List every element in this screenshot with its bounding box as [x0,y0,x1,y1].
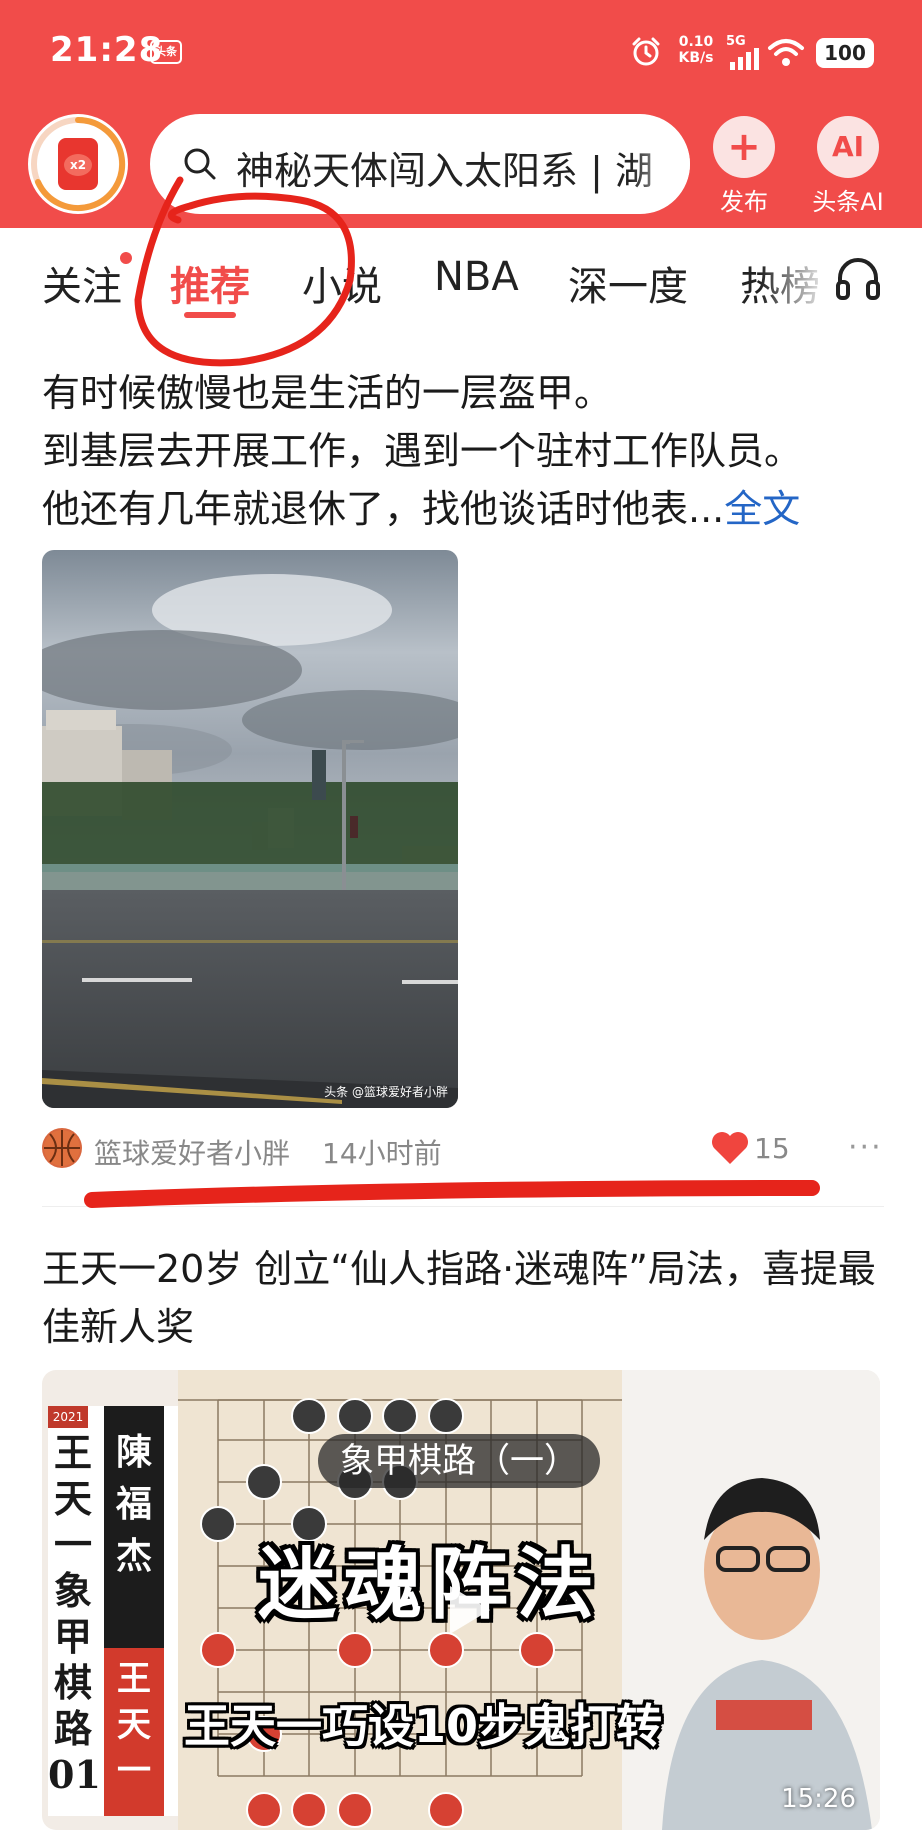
video-board-caption: 象甲棋路（一） [318,1434,600,1488]
author-name[interactable]: 篮球爱好者小胖 [94,1132,290,1172]
active-tab-indicator [184,312,236,318]
like-count: 15 [754,1132,790,1165]
post-meta: 篮球爱好者小胖 14小时前 15 ··· [42,1128,892,1170]
battery-indicator: 100 [816,38,874,68]
author-avatar[interactable] [42,1128,82,1168]
unread-dot [120,252,132,264]
red-envelope-icon: x2 [58,138,98,190]
video-sub-caption: 王天一巧设10步鬼打转 [184,1699,663,1753]
tab-nba[interactable]: NBA [434,254,519,300]
ai-icon: AI [817,116,879,178]
video-duration: 15:26 [781,1784,856,1814]
search-icon [184,148,216,180]
publish-button[interactable]: + 发布 [704,116,784,217]
banner-name-bottom: 王天一 [117,1659,151,1791]
banner-series-text: 王天一象甲棋路01 [48,1430,101,1797]
tab-recommend[interactable]: 推荐 [170,254,250,312]
net-speed-value: 0.10 [678,34,714,50]
post-line-text: 他还有几年就退休了，找他谈话时他表... [42,487,725,531]
post-photo[interactable]: 头条 @篮球爱好者小胖 [42,550,458,1108]
network-type: 5G [726,34,746,49]
post-body[interactable]: 有时候傲慢也是生活的一层盔甲。 到基层去开展工作，遇到一个驻村工作队员。 他还有… [42,364,892,538]
street-photo-image [42,550,458,1108]
search-fade [630,114,690,214]
tabs-fade [760,228,830,328]
toutiao-ai-button[interactable]: AI 头条AI [802,116,894,217]
alarm-icon [632,37,660,66]
image-watermark: 头条 @篮球爱好者小胖 [324,1085,448,1099]
tab-follow[interactable]: 关注 [42,254,122,312]
publish-label: 发布 [720,188,768,216]
banner-name-top: 陳福杰 [115,1431,152,1577]
video-side-banner: 2021 王天一象甲棋路01 陳福杰 王天一 [48,1406,188,1816]
app-header: 21:28 头条 0.10 KB/s 5G 100 x2 神秘天体闯入太阳系 |… [0,0,922,228]
presenter-image [622,1370,880,1830]
tab-in-depth[interactable]: 深一度 [568,254,688,312]
banner-year: 2021 [48,1406,88,1428]
basketball-icon [44,1130,80,1166]
post-time: 14小时前 [322,1137,442,1170]
heart-icon[interactable] [710,1130,750,1166]
tab-novel[interactable]: 小说 [302,254,382,312]
read-more-link[interactable]: 全文 [724,487,800,531]
underline-annotation [84,1180,820,1208]
net-speed-unit: KB/s [678,50,714,66]
banner-names: 陳福杰 王天一 [104,1406,164,1816]
toutiao-ai-label: 头条AI [812,188,884,216]
plus-icon: + [713,116,775,178]
notification-badge: 头条 [150,40,182,64]
clock: 21:28 [50,30,164,70]
net-speed: 0.10 KB/s [674,34,718,66]
play-icon[interactable] [436,1580,496,1640]
video-main-caption: 迷魂阵法 [258,1540,603,1630]
multiplier-badge: x2 [64,154,92,176]
article-title[interactable]: 王天一20岁 创立“仙人指路·迷魂阵”局法，喜提最佳新人奖 [42,1240,892,1356]
channel-tabs: 关注 推荐 小说 NBA 深一度 热榜 [0,228,922,328]
headphone-icon[interactable] [834,254,882,302]
post-line: 他还有几年就退休了，找他谈话时他表...全文 [42,480,892,538]
feed-divider [42,1206,884,1207]
search-bar[interactable]: 神秘天体闯入太阳系 | 湖 [150,114,690,214]
wifi-icon [768,39,804,66]
more-options-button[interactable]: ··· [848,1130,883,1165]
search-suggestion: 神秘天体闯入太阳系 | 湖 [236,149,653,193]
video-thumbnail[interactable]: 2021 王天一象甲棋路01 陳福杰 王天一 象甲棋路（一） 迷魂阵法 王天一巧… [42,1370,880,1830]
signal-icon [730,48,759,70]
post-line: 有时候傲慢也是生活的一层盔甲。 [42,371,613,415]
post-line: 到基层去开展工作，遇到一个驻村工作队员。 [42,429,803,473]
user-avatar-button[interactable]: x2 [28,114,128,214]
status-bar: 21:28 头条 0.10 KB/s 5G 100 [0,0,922,104]
